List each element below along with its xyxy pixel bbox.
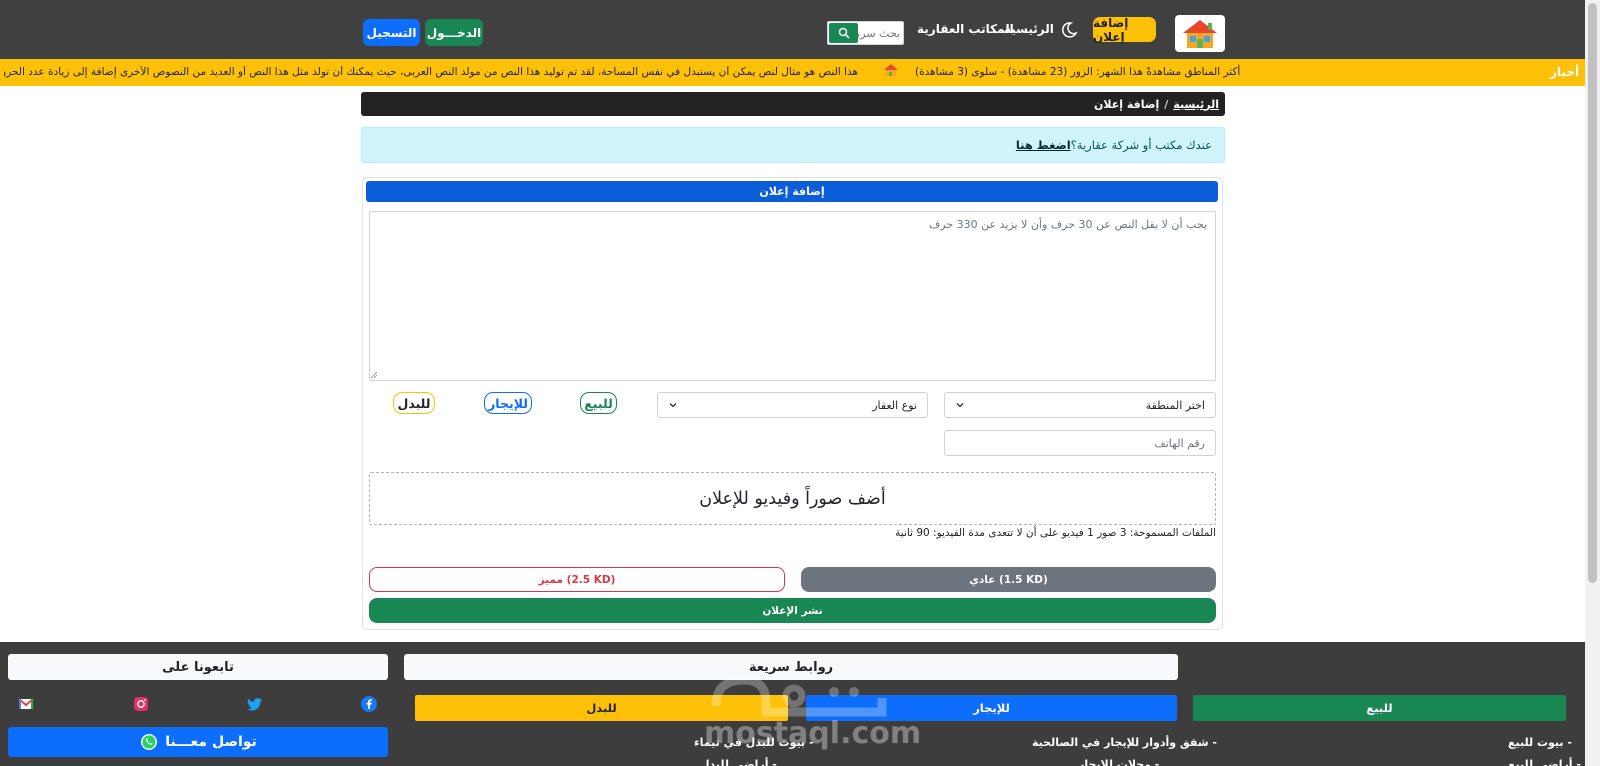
dark-mode-toggle[interactable] — [1060, 21, 1078, 39]
footer-link-lands-exchange[interactable]: - أراضي للبدل — [700, 758, 777, 766]
breadcrumb-separator: / — [1164, 97, 1169, 111]
publish-ad-button[interactable]: نشر الإعلان — [369, 598, 1216, 623]
for-rent-button[interactable]: للإيجار — [484, 392, 532, 414]
contact-us-label: تواصل معـــنا — [165, 734, 257, 750]
nav-offices-link[interactable]: المكاتب العقارية — [917, 22, 1014, 36]
chevron-down-icon — [956, 403, 964, 408]
region-select[interactable]: اختر المنطقة — [944, 392, 1216, 418]
for-exchange-button[interactable]: للبدل — [393, 392, 435, 414]
breadcrumb-current: إضافة إعلان — [1093, 97, 1160, 111]
watermark-text: mostaql.com — [704, 716, 922, 751]
house-small-icon — [884, 64, 898, 76]
login-button[interactable]: الدخـــول — [425, 19, 483, 46]
phone-input[interactable] — [944, 430, 1216, 456]
whatsapp-icon — [141, 734, 158, 750]
twitter-icon[interactable] — [247, 696, 263, 712]
office-info-alert: عندك مكتب أو شركة عقارية؟ اضغط هنا — [361, 127, 1225, 163]
page-scrollbar[interactable] — [1585, 0, 1600, 766]
regular-price-button[interactable]: عادي (1.5 KD) — [801, 567, 1216, 592]
breadcrumb: الرئيسية / إضافة إعلان — [361, 92, 1225, 116]
house-logo-icon — [1183, 20, 1217, 48]
region-select-value: اختر المنطقة — [1145, 398, 1205, 412]
card-header: إضافة إعلان — [366, 181, 1218, 202]
ticker-item-top-regions[interactable]: أكثر المناطق مشاهدةً هذا الشهر: الزور (2… — [915, 66, 1240, 78]
search-icon — [838, 27, 850, 39]
register-button[interactable]: التسجيل — [363, 19, 420, 46]
contact-us-button[interactable]: تواصل معـــنا — [8, 727, 388, 757]
allowed-files-note: الملفات المسموحة: 3 صور 1 فيديو على أن ل… — [895, 527, 1216, 539]
media-upload-zone[interactable]: أضف صوراً وفيديو للإعلان — [369, 472, 1216, 525]
for-sale-button[interactable]: للبيع — [580, 392, 617, 414]
breadcrumb-home-link[interactable]: الرئيسية — [1173, 98, 1219, 111]
search-form — [827, 21, 904, 45]
chevron-down-icon — [669, 403, 677, 408]
search-button[interactable] — [829, 23, 858, 43]
facebook-icon[interactable] — [361, 696, 377, 712]
property-type-select-value: نوع العقار — [872, 398, 917, 412]
moon-icon — [1061, 22, 1078, 38]
featured-price-button[interactable]: مميز (2.5 KD) — [369, 567, 785, 592]
news-ticker: أخبار أكثر المناطق مشاهدةً هذا الشهر: ال… — [0, 59, 1585, 86]
alert-text: عندك مكتب أو شركة عقارية؟ — [1070, 138, 1212, 152]
footer-link-shops-rent[interactable]: - محلات للإيجار — [1078, 758, 1159, 766]
scrollbar-thumb[interactable] — [1588, 3, 1597, 583]
add-ad-button[interactable]: إضافة إعلان — [1093, 16, 1156, 44]
footer-tab-sale[interactable]: للبيع — [1193, 695, 1566, 721]
ticker-label: أخبار — [1550, 65, 1580, 79]
search-input[interactable] — [858, 22, 904, 44]
ticker-item-lorem[interactable]: هذا النص هو مثال لنص يمكن أن يستبدل في ن… — [4, 66, 858, 78]
footer-link-houses-sale[interactable]: - بيوت للبيع — [1508, 736, 1572, 749]
ad-text-textarea[interactable] — [369, 211, 1216, 381]
resize-grip-icon[interactable] — [370, 371, 378, 379]
gmail-icon[interactable] — [18, 696, 34, 712]
footer-link-apartments-rent[interactable]: - شقق وأدوار للإيجار في الصالحية — [1032, 736, 1217, 749]
instagram-icon[interactable] — [133, 696, 149, 712]
footer-link-lands-sale[interactable]: - أراضي للبيع — [1508, 758, 1581, 766]
alert-click-here-link[interactable]: اضغط هنا — [1016, 138, 1071, 152]
property-type-select[interactable]: نوع العقار — [657, 392, 928, 418]
top-navbar — [0, 0, 1585, 59]
follow-us-heading: تابعونا على — [8, 654, 388, 680]
site-logo[interactable] — [1175, 15, 1225, 52]
